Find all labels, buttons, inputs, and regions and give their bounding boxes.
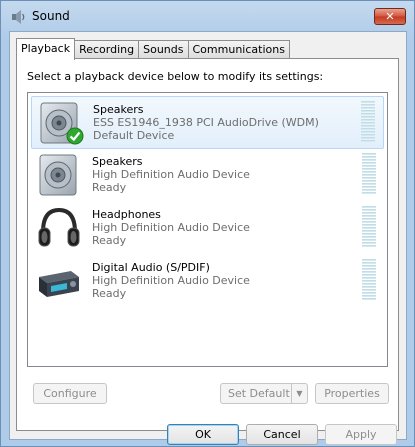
- tab-recording[interactable]: Recording: [74, 40, 140, 59]
- dialog-body: Playback Recording Sounds Communications…: [9, 31, 407, 445]
- device-item-speakers-ess[interactable]: Speakers ESS ES1946_1938 PCI AudioDrive …: [31, 96, 384, 149]
- device-name: Digital Audio (S/PDIF): [92, 261, 210, 274]
- device-name: Speakers: [92, 155, 143, 168]
- device-description: High Definition Audio Device: [92, 168, 250, 181]
- tab-strip: Playback Recording Sounds Communications: [16, 38, 290, 60]
- apply-button[interactable]: Apply: [325, 424, 397, 445]
- instructions-text: Select a playback device below to modify…: [27, 70, 324, 83]
- digital-audio-receiver-icon: [39, 271, 79, 297]
- playback-panel: Select a playback device below to modify…: [16, 58, 399, 431]
- default-check-icon: [66, 127, 84, 145]
- cancel-button[interactable]: Cancel: [246, 424, 318, 445]
- device-status: Ready: [92, 287, 127, 300]
- close-button[interactable]: ✕: [374, 8, 406, 25]
- tab-sounds[interactable]: Sounds: [138, 40, 189, 59]
- sound-dialog: Sound ✕ Playback Recording Sounds Commun…: [0, 0, 415, 447]
- device-description: ESS ES1946_1938 PCI AudioDrive (WDM): [93, 116, 319, 129]
- ok-button[interactable]: OK: [167, 424, 239, 445]
- device-list[interactable]: Speakers ESS ES1946_1938 PCI AudioDrive …: [27, 92, 388, 367]
- device-status: Ready: [92, 181, 127, 194]
- volume-level-meter: [362, 206, 376, 250]
- device-name: Speakers: [93, 103, 144, 116]
- device-item-digital-audio[interactable]: Digital Audio (S/PDIF) High Definition A…: [31, 255, 384, 308]
- chevron-down-icon[interactable]: ▼: [291, 384, 307, 403]
- volume-level-meter: [362, 153, 376, 197]
- configure-button[interactable]: Configure: [33, 383, 107, 404]
- device-status: Ready: [92, 234, 127, 247]
- window-title: Sound: [32, 9, 70, 23]
- set-default-label: Set Default: [228, 387, 290, 400]
- device-description: High Definition Audio Device: [92, 221, 250, 234]
- set-default-button[interactable]: Set Default ▼: [220, 383, 308, 404]
- device-description: High Definition Audio Device: [92, 274, 250, 287]
- speaker-icon: [12, 10, 25, 24]
- volume-level-meter: [361, 101, 375, 145]
- title-bar[interactable]: Sound ✕: [1, 1, 414, 31]
- device-item-headphones[interactable]: Headphones High Definition Audio Device …: [31, 202, 384, 255]
- close-icon: ✕: [385, 10, 395, 23]
- speaker-icon: [39, 154, 77, 196]
- device-status: Default Device: [93, 129, 175, 142]
- properties-button[interactable]: Properties: [315, 383, 389, 404]
- device-item-speakers-hd[interactable]: Speakers High Definition Audio Device Re…: [31, 149, 384, 202]
- tab-communications[interactable]: Communications: [187, 40, 290, 59]
- volume-level-meter: [362, 259, 376, 303]
- tab-playback[interactable]: Playback: [16, 38, 76, 60]
- headphones-icon: [38, 207, 80, 247]
- device-name: Headphones: [92, 208, 161, 221]
